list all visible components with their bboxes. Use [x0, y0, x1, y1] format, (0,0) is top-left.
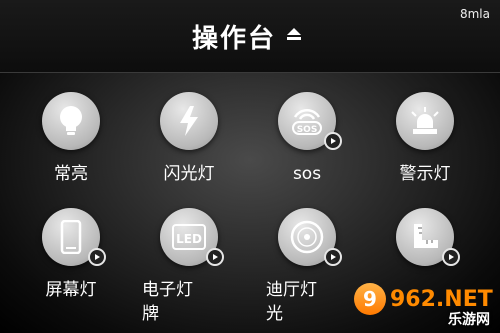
- tile-label: 闪光灯: [163, 164, 215, 184]
- svg-text:LED: LED: [176, 232, 202, 246]
- bulb-icon: [42, 92, 100, 150]
- corner-watermark: 8mla: [459, 7, 490, 21]
- tile-label: sos: [292, 164, 322, 184]
- siren-icon: [396, 92, 454, 150]
- play-icon[interactable]: [206, 248, 224, 266]
- play-icon[interactable]: [88, 248, 106, 266]
- play-icon[interactable]: [324, 248, 342, 266]
- watermark-subtitle: 乐游网: [448, 312, 490, 328]
- tile-label: 警示灯: [399, 164, 451, 184]
- tile-label: 电子灯 牌: [142, 280, 193, 324]
- page-title: 操作台: [192, 24, 277, 54]
- eject-icon[interactable]: [286, 27, 302, 41]
- flash-icon: [160, 92, 218, 150]
- tile-label: 屏幕灯: [45, 280, 97, 300]
- svg-text:9: 9: [363, 287, 377, 311]
- tile-label: 常亮: [54, 164, 88, 184]
- play-icon[interactable]: [442, 248, 460, 266]
- header-bar: 操作台 8mla: [0, 0, 500, 73]
- play-icon[interactable]: [324, 132, 342, 150]
- svg-text:SOS: SOS: [297, 125, 318, 135]
